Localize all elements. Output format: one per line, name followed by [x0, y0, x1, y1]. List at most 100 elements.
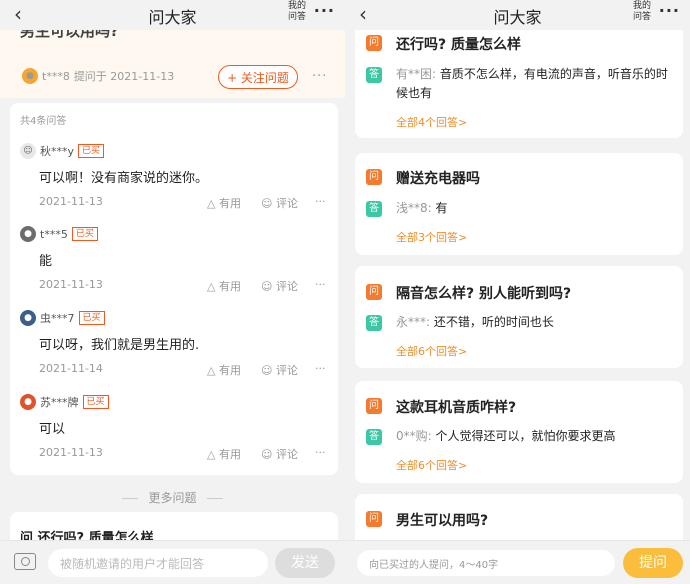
asked-date: 提问于 2021-11-13: [73, 70, 175, 83]
follow-question-button[interactable]: + 关注问题: [218, 65, 298, 89]
question-icon: 问: [366, 511, 382, 527]
answer-icon: 答: [366, 201, 382, 217]
more-icon[interactable]: ···: [315, 362, 326, 375]
answer-meta: 2021-11-14 △ 有用 ☺ 评论 ···: [39, 362, 328, 378]
send-button[interactable]: 发送: [275, 548, 335, 578]
useful-button[interactable]: △ 有用: [207, 195, 241, 211]
ask-button[interactable]: 提问: [623, 548, 683, 578]
answer-user: ● t***5 已买: [20, 226, 98, 242]
question-card[interactable]: 问 隔音怎么样? 别人能听到吗? 答 永***: 还不错，听的时间也长 全部6个…: [355, 266, 683, 368]
camera-icon[interactable]: [14, 553, 36, 570]
more-icon[interactable]: ···: [315, 278, 326, 291]
asker-info: ● t***8 提问于 2021-11-13: [22, 68, 174, 84]
my-qa-link[interactable]: 我的问答: [287, 1, 307, 23]
question-card[interactable]: 问 赠送充电器吗 答 浅**8: 有 全部3个回答>: [355, 153, 683, 255]
all-answers-link[interactable]: 全部4个回答>: [396, 114, 467, 130]
answer-meta: 2021-11-13 △ 有用 ☺ 评论 ···: [39, 446, 328, 462]
answer-text: 个人觉得还可以，就怕你要求更高: [435, 429, 616, 443]
question-card-peek[interactable]: 问 还行吗? 质量怎么样: [10, 512, 338, 542]
useful-button[interactable]: △ 有用: [207, 362, 241, 378]
answer-input[interactable]: 被随机邀请的用户才能回答: [48, 549, 268, 577]
answer-preview: 浅**8: 有: [396, 199, 671, 218]
answer-text: 可以呀，我们就是男生用的.: [39, 338, 200, 353]
answer-user: ● 虫***7 已买: [20, 310, 105, 326]
comment-button[interactable]: ☺ 评论: [261, 362, 298, 378]
all-answers-link[interactable]: 全部6个回答>: [396, 457, 467, 473]
ask-input[interactable]: 向已买过的人提问，4～40字: [357, 550, 615, 576]
nav-bar: ‹ 问大家 我的问答 ···: [345, 0, 690, 30]
more-questions-divider: 更多问题: [0, 489, 345, 506]
question-icon: 问: [366, 35, 382, 51]
answer-text: 能: [39, 254, 53, 269]
answer-text: 可以: [39, 422, 66, 437]
answer-date: 2021-11-13: [39, 446, 103, 459]
answer-item: ● 苏***牌 已买 可以 2021-11-13 △ 有用 ☺ 评论 ···: [20, 394, 328, 474]
answer-icon: 答: [366, 67, 382, 83]
answer-count: 共4条问答: [20, 116, 67, 127]
question-text: 赠送充电器吗: [396, 171, 480, 187]
comment-label: 评论: [275, 364, 298, 377]
nav-bar: ‹ 问大家 我的问答 ···: [0, 0, 345, 30]
comment-label: 评论: [275, 197, 298, 210]
answer-user: ☺ 秋***y 已买: [20, 143, 105, 159]
user-avatar: ●: [20, 310, 36, 326]
useful-label: 有用: [218, 197, 241, 210]
asker-avatar: ●: [22, 68, 38, 84]
answer-preview: 有**困: 音质不怎么样，有电流的声音，听音乐的时候也有: [396, 65, 671, 103]
answer-user: 浅**8:: [396, 201, 432, 215]
asker-name: t***8: [42, 69, 70, 83]
answer-bar: 被随机邀请的用户才能回答 发送: [0, 540, 345, 584]
question-text: 隔音怎么样? 别人能听到吗?: [396, 286, 572, 302]
useful-label: 有用: [218, 448, 241, 461]
user-name: 秋***y: [40, 145, 75, 158]
more-icon[interactable]: ···: [315, 195, 326, 208]
answer-preview: 0**购: 个人觉得还可以，就怕你要求更高: [396, 427, 671, 446]
answer-item: ☺ 秋***y 已买 可以啊！没有商家说的迷你。 2021-11-13 △ 有用…: [20, 143, 328, 223]
user-name: 虫***7: [40, 312, 75, 325]
answer-text: 还不错，听的时间也长: [433, 315, 554, 329]
answer-meta: 2021-11-13 △ 有用 ☺ 评论 ···: [39, 278, 328, 294]
answer-meta: 2021-11-13 △ 有用 ☺ 评论 ···: [39, 195, 328, 211]
answer-icon: 答: [366, 429, 382, 445]
answer-date: 2021-11-13: [39, 278, 103, 291]
comment-button[interactable]: ☺ 评论: [261, 195, 298, 211]
left-panel: 男生可以用吗? ● t***8 提问于 2021-11-13 + 关注问题 ··…: [0, 0, 345, 584]
question-icon: 问: [366, 169, 382, 185]
answer-text: 音质不怎么样，有电流的声音，听音乐的时候也有: [396, 67, 668, 100]
answers-card: 共4条问答 ☺ 秋***y 已买 可以啊！没有商家说的迷你。 2021-11-1…: [10, 103, 338, 475]
question-text: 男生可以用吗?: [396, 513, 489, 529]
answer-item: ● 虫***7 已买 可以呀，我们就是男生用的. 2021-11-14 △ 有用…: [20, 310, 328, 390]
bought-badge: 已买: [78, 144, 105, 158]
bought-badge: 已买: [71, 227, 98, 241]
answer-preview: 永***: 还不错，听的时间也长: [396, 313, 671, 332]
user-avatar: ●: [20, 394, 36, 410]
question-text: 还行吗? 质量怎么样: [396, 37, 521, 53]
all-answers-link[interactable]: 全部3个回答>: [396, 229, 467, 245]
useful-label: 有用: [218, 364, 241, 377]
more-icon[interactable]: ···: [314, 1, 335, 20]
user-name: 苏***牌: [40, 396, 79, 409]
answer-text: 可以啊！没有商家说的迷你。: [39, 171, 209, 186]
comment-button[interactable]: ☺ 评论: [261, 278, 298, 294]
all-answers-link[interactable]: 全部6个回答>: [396, 343, 467, 359]
question-card[interactable]: 问 还行吗? 质量怎么样 答 有**困: 音质不怎么样，有电流的声音，听音乐的时…: [355, 14, 683, 138]
answer-date: 2021-11-13: [39, 195, 103, 208]
more-icon[interactable]: ···: [315, 446, 326, 459]
useful-button[interactable]: △ 有用: [207, 446, 241, 462]
bought-badge: 已买: [78, 311, 105, 325]
more-icon[interactable]: ···: [659, 1, 680, 20]
my-qa-link[interactable]: 我的问答: [632, 1, 652, 23]
right-panel: 问 还行吗? 质量怎么样 答 有**困: 音质不怎么样，有电流的声音，听音乐的时…: [345, 0, 690, 584]
comment-label: 评论: [275, 280, 298, 293]
question-card[interactable]: 问 这款耳机音质咋样? 答 0**购: 个人觉得还可以，就怕你要求更高 全部6个…: [355, 381, 683, 483]
question-header: 男生可以用吗? ● t***8 提问于 2021-11-13 + 关注问题 ··…: [0, 22, 345, 98]
answer-item: ● t***5 已买 能 2021-11-13 △ 有用 ☺ 评论 ···: [20, 226, 328, 306]
answer-user: 永***:: [396, 315, 431, 329]
useful-label: 有用: [218, 280, 241, 293]
bought-badge: 已买: [82, 395, 109, 409]
answer-text: 有: [435, 201, 448, 215]
more-icon[interactable]: ···: [312, 69, 327, 84]
answer-user: 有**困:: [396, 67, 437, 81]
comment-button[interactable]: ☺ 评论: [261, 446, 298, 462]
useful-button[interactable]: △ 有用: [207, 278, 241, 294]
